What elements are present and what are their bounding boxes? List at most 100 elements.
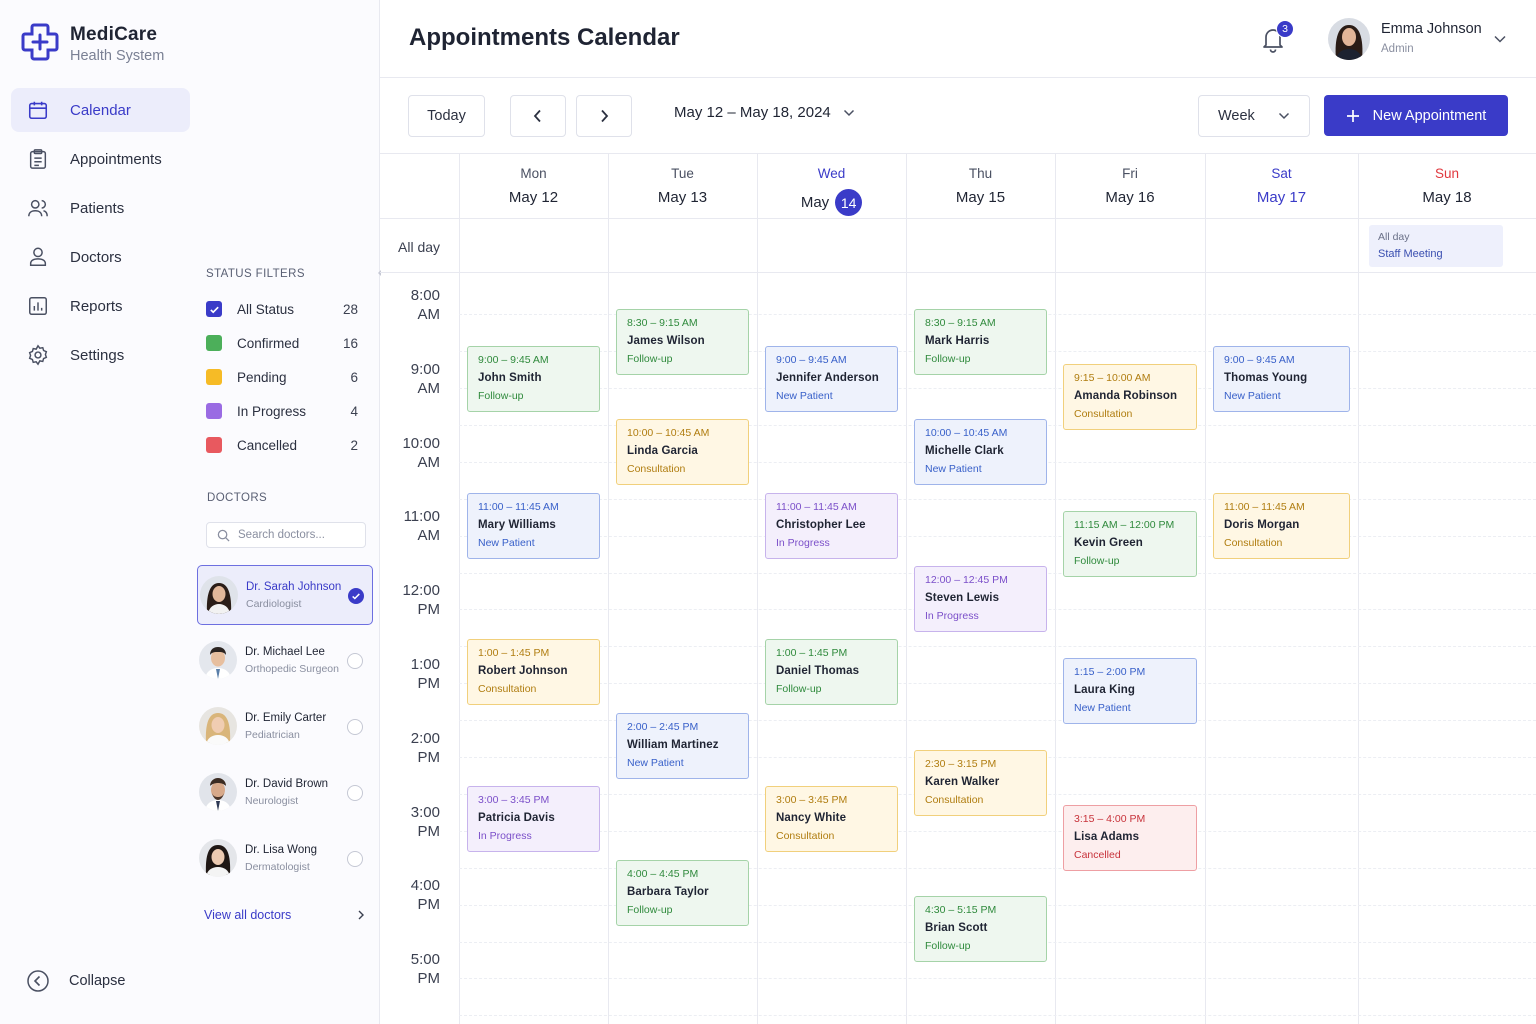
appointment-card[interactable]: 10:00 – 10:45 AM Michelle Clark New Patien… <box>914 419 1047 485</box>
next-week-button[interactable] <box>576 95 632 137</box>
nav-item-calendar[interactable]: Calendar <box>11 88 190 132</box>
appointment-card[interactable]: 9:15 – 10:00 AM Amanda Robinson Consultati… <box>1063 364 1197 430</box>
filter-confirmed[interactable]: Confirmed 16 <box>206 333 358 353</box>
page-title: Appointments Calendar <box>409 24 680 51</box>
day-header-thu[interactable]: Thu May 15 <box>906 166 1055 206</box>
day-header-sun[interactable]: Sun May 18 <box>1358 166 1536 206</box>
doctor-item-emily-carter[interactable]: Dr. Emily Carter Pediatrician <box>197 697 373 757</box>
time-period: PM <box>417 970 441 987</box>
doctor-item-sarah-johnson[interactable]: Dr. Sarah Johnson Cardiologist <box>197 565 373 625</box>
chevron-right-icon <box>358 910 364 920</box>
radio-button[interactable] <box>347 851 363 867</box>
view-select[interactable]: Week <box>1198 95 1310 137</box>
day-header-wed[interactable]: Wed May 14 <box>757 166 906 216</box>
date-range-selector[interactable]: May 12 – May 18, 2024 <box>674 104 855 121</box>
day-header-sat[interactable]: Sat May 17 <box>1205 166 1358 206</box>
status-swatch[interactable] <box>206 335 222 351</box>
appointment-status: New Patient <box>627 757 684 769</box>
appointment-card[interactable]: 3:00 – 3:45 PM Nancy White Consultation <box>765 786 898 852</box>
radio-button[interactable] <box>347 653 363 669</box>
day-header-fri[interactable]: Fri May 16 <box>1055 166 1205 206</box>
filter-all-status[interactable]: All Status 28 <box>206 299 358 319</box>
collapse-button[interactable]: Collapse <box>26 969 125 993</box>
grid-column-line <box>459 153 460 1024</box>
appointment-patient: Laura King <box>1074 684 1136 696</box>
appointment-card[interactable]: 10:00 – 10:45 AM Linda Garcia Consultation <box>616 419 749 485</box>
prev-week-button[interactable] <box>510 95 566 137</box>
grid-hour-line <box>459 499 1536 500</box>
new-appointment-button[interactable]: New Appointment <box>1324 95 1508 136</box>
appointment-card[interactable]: 9:00 – 9:45 AM Thomas Young New Patient <box>1213 346 1350 412</box>
filter-cancelled[interactable]: Cancelled 2 <box>206 435 358 455</box>
appointment-card[interactable]: 11:00 – 11:45 AM Doris Morgan Consultation <box>1213 493 1350 559</box>
doctor-search[interactable] <box>206 522 366 548</box>
appointment-patient: Mark Harris <box>925 335 990 347</box>
day-date: May 15 <box>906 189 1055 206</box>
appointment-card[interactable]: 8:30 – 9:15 AM James Wilson Follow-up <box>616 309 749 375</box>
appointment-time: 1:15 – 2:00 PM <box>1074 666 1146 678</box>
appointment-status: New Patient <box>1074 702 1131 714</box>
appointment-card[interactable]: 1:15 – 2:00 PM Laura King New Patient <box>1063 658 1197 724</box>
appointment-card[interactable]: 8:30 – 9:15 AM Mark Harris Follow-up <box>914 309 1047 375</box>
nav-item-doctors[interactable]: Doctors <box>11 235 190 279</box>
brand: MediCare Health System <box>70 24 164 64</box>
doctor-search-input[interactable] <box>238 529 358 541</box>
filter-in-progress[interactable]: In Progress 4 <box>206 401 358 421</box>
doctor-item-michael-lee[interactable]: Dr. Michael Lee Orthopedic Surgeon <box>197 631 373 691</box>
appointment-card[interactable]: 1:00 – 1:45 PM Robert Johnson Consultation <box>467 639 600 705</box>
gear-icon <box>28 344 48 366</box>
chevron-down-icon[interactable] <box>1493 34 1507 44</box>
appointment-card[interactable]: 11:15 AM – 12:00 PM Kevin Green Follow-up <box>1063 511 1197 577</box>
appointment-status: Consultation <box>1074 408 1133 420</box>
appointment-card[interactable]: 11:00 – 11:45 AM Christopher Lee In Progre… <box>765 493 898 559</box>
time-period: AM <box>417 527 441 544</box>
filter-pending[interactable]: Pending 6 <box>206 367 358 387</box>
day-header-tue[interactable]: Tue May 13 <box>608 166 757 206</box>
day-header-mon[interactable]: Mon May 12 <box>459 166 608 206</box>
time-hour: 11:00 <box>403 508 440 525</box>
today-button[interactable]: Today <box>408 95 485 137</box>
nav-item-settings[interactable]: Settings <box>11 333 190 377</box>
radio-button[interactable] <box>347 785 363 801</box>
filter-count: 6 <box>350 369 358 385</box>
nav-item-patients[interactable]: Patients <box>11 186 190 230</box>
nav-item-appointments[interactable]: Appointments <box>11 137 190 181</box>
status-swatch[interactable] <box>206 403 222 419</box>
time-period: AM <box>417 380 441 397</box>
appointment-card[interactable]: 1:00 – 1:45 PM Daniel Thomas Follow-up <box>765 639 898 705</box>
filter-label: Confirmed <box>237 335 300 351</box>
resize-handle[interactable] <box>378 270 381 276</box>
appointment-card[interactable]: 3:15 – 4:00 PM Lisa Adams Cancelled <box>1063 805 1197 871</box>
appointment-card[interactable]: 9:00 – 9:45 AM Jennifer Anderson New Patie… <box>765 346 898 412</box>
checkbox-checked-icon[interactable] <box>206 301 222 317</box>
appointment-card[interactable]: 2:00 – 2:45 PM William Martinez New Patien… <box>616 713 749 779</box>
day-name: Sun <box>1434 166 1460 181</box>
view-all-doctors-link[interactable]: View all doctors <box>204 908 366 922</box>
sidebar: MediCare Health System Calendar Appointm… <box>0 0 381 1024</box>
appointment-card[interactable]: 3:00 – 3:45 PM Patricia Davis In Progress <box>467 786 600 852</box>
time-hour: 10:00 <box>402 435 440 452</box>
check-circle-icon[interactable] <box>348 588 364 604</box>
nav-label: Calendar <box>70 101 131 119</box>
appointment-patient: Mary Williams <box>478 519 556 531</box>
appointment-card[interactable]: 9:00 – 9:45 AM John Smith Follow-up <box>467 346 600 412</box>
header-divider <box>380 77 1536 78</box>
doctor-item-david-brown[interactable]: Dr. David Brown Neurologist <box>197 763 373 823</box>
day-name: Wed <box>817 166 846 181</box>
appointment-card[interactable]: 12:00 – 12:45 PM Steven Lewis In Progress <box>914 566 1047 632</box>
day-date: May 18 <box>1358 189 1536 206</box>
medical-cross-logo-icon <box>21 23 59 61</box>
appointment-card[interactable]: 4:00 – 4:45 PM Barbara Taylor Follow-up <box>616 860 749 926</box>
radio-button[interactable] <box>347 719 363 735</box>
all-day-event[interactable]: All day Staff Meeting <box>1369 225 1503 267</box>
doctor-item-lisa-wong[interactable]: Dr. Lisa Wong Dermatologist <box>197 829 373 889</box>
filter-label: Pending <box>237 369 287 385</box>
user-avatar[interactable] <box>1328 18 1370 60</box>
appointment-card[interactable]: 2:30 – 3:15 PM Karen Walker Consultation <box>914 750 1047 816</box>
status-swatch[interactable] <box>206 369 222 385</box>
time-hour: 12:00 <box>402 582 440 599</box>
status-swatch[interactable] <box>206 437 222 453</box>
appointment-card[interactable]: 4:30 – 5:15 PM Brian Scott Follow-up <box>914 896 1047 962</box>
appointment-card[interactable]: 11:00 – 11:45 AM Mary Williams New Patient <box>467 493 600 559</box>
nav-item-reports[interactable]: Reports <box>11 284 190 328</box>
